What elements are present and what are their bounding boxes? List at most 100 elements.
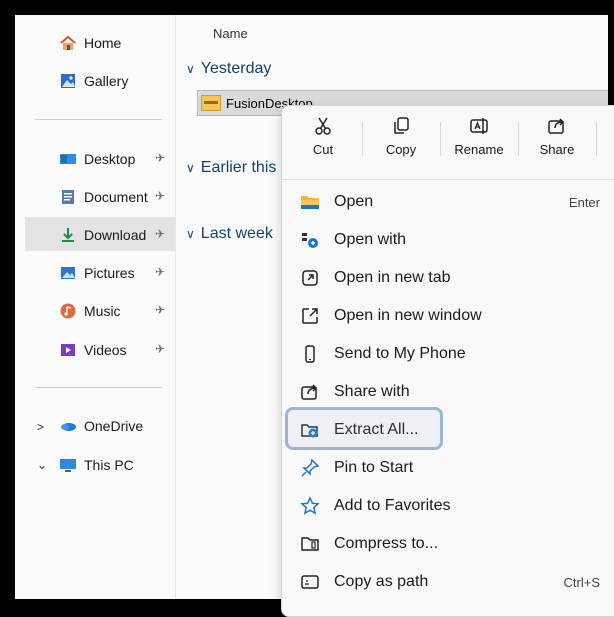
nav-item-label: Document: [84, 189, 148, 205]
copy-button[interactable]: Copy: [366, 114, 436, 166]
pin-icon[interactable]: ✈: [155, 151, 165, 165]
onedrive-icon: [59, 417, 77, 435]
menu-item-open-with[interactable]: Open with: [288, 223, 614, 257]
group-header-yesterday[interactable]: ∨ Yesterday: [186, 60, 271, 78]
nav-item-label: Music: [84, 303, 121, 319]
nav-item-label: Home: [84, 35, 122, 51]
music-icon: [59, 302, 77, 320]
download-icon: [59, 226, 77, 244]
chevron-down-icon[interactable]: ⌄: [37, 458, 47, 472]
chevron-down-icon: ∨: [186, 161, 195, 175]
menu-item-compress-to[interactable]: Compress to...: [288, 527, 614, 561]
pin-icon[interactable]: ✈: [155, 342, 165, 356]
menu-item-label: Add to Favorites: [334, 497, 451, 514]
nav-item-music[interactable]: Music: [59, 300, 121, 322]
menu-item-add-to-favorites[interactable]: Add to Favorites: [288, 489, 614, 523]
copy-path-icon: [300, 572, 320, 592]
desktop-icon: [59, 150, 77, 168]
menu-item-open[interactable]: Open Enter: [288, 185, 614, 219]
nav-item-onedrive[interactable]: OneDrive: [59, 415, 143, 437]
menu-item-label: Open: [334, 193, 374, 210]
group-header-last-week[interactable]: ∨ Last week: [186, 225, 273, 243]
rename-icon: [444, 114, 514, 138]
nav-item-this-pc[interactable]: This PC: [59, 454, 134, 476]
menu-item-shortcut: Ctrl+S: [563, 574, 600, 590]
pictures-icon: [59, 264, 77, 282]
phone-icon: [300, 344, 320, 364]
nav-item-label: This PC: [84, 457, 134, 473]
nav-item-documents[interactable]: Document: [59, 186, 148, 208]
pin-icon: [300, 458, 320, 478]
chevron-down-icon: ∨: [186, 227, 195, 241]
nav-item-desktop[interactable]: Desktop: [59, 148, 135, 170]
menu-divider: [282, 179, 614, 180]
menu-item-pin-to-start[interactable]: Pin to Start: [288, 451, 614, 485]
chevron-down-icon: ∨: [186, 62, 195, 76]
menu-item-label: Share with: [334, 383, 410, 400]
chevron-right-icon[interactable]: >: [37, 420, 44, 434]
menu-item-send-to-my-phone[interactable]: Send to My Phone: [288, 337, 614, 371]
open-with-icon: [300, 230, 320, 250]
menu-item-label: Send to My Phone: [334, 345, 466, 362]
menu-item-label: Open in new window: [334, 307, 482, 324]
toolbar-label: Share: [539, 142, 575, 157]
nav-divider: [35, 119, 162, 120]
navigation-pane: Home Gallery Desktop ✈ Document ✈ Downlo…: [15, 15, 176, 599]
copy-icon: [366, 114, 436, 138]
menu-item-label: Open in new tab: [334, 269, 451, 286]
screenshot-frame: Home Gallery Desktop ✈ Document ✈ Downlo…: [0, 0, 614, 617]
cut-button[interactable]: Cut: [288, 114, 358, 166]
folder-icon: [300, 192, 320, 212]
nav-item-label: Pictures: [84, 265, 135, 281]
toolbar-divider: [596, 122, 597, 156]
documents-icon: [59, 188, 77, 206]
menu-item-open-in-new-window[interactable]: Open in new window: [288, 299, 614, 333]
group-header-earlier-this[interactable]: ∨ Earlier this: [186, 159, 276, 177]
toolbar-divider: [440, 122, 441, 156]
home-icon: [59, 34, 77, 52]
menu-item-label: Pin to Start: [334, 459, 414, 476]
nav-item-downloads[interactable]: Download: [59, 224, 146, 246]
menu-item-label: Copy as path: [334, 573, 429, 590]
gallery-icon: [59, 72, 77, 90]
star-icon: [300, 496, 320, 516]
share-icon: [300, 382, 320, 402]
pin-icon[interactable]: ✈: [155, 189, 165, 203]
context-menu-toolbar: Cut Copy Rename Share: [282, 106, 614, 170]
menu-item-label: Compress to...: [334, 535, 439, 552]
nav-item-label: OneDrive: [84, 418, 144, 434]
share-icon: [522, 114, 592, 138]
group-label: Yesterday: [200, 60, 272, 77]
menu-item-label: Open with: [334, 231, 407, 248]
menu-item-copy-as-path[interactable]: Copy as path Ctrl+S: [288, 565, 614, 599]
compress-icon: [300, 534, 320, 554]
nav-item-label: Videos: [84, 342, 127, 358]
nav-item-label: Gallery: [84, 73, 129, 89]
context-menu: Cut Copy Rename Share Open Enter Open wi…: [281, 105, 614, 617]
scissors-icon: [288, 114, 358, 138]
nav-item-home[interactable]: Home: [59, 32, 121, 54]
nav-item-label: Download: [84, 227, 147, 243]
nav-divider: [35, 387, 162, 388]
menu-item-open-in-new-tab[interactable]: Open in new tab: [288, 261, 614, 295]
pin-icon[interactable]: ✈: [155, 227, 165, 241]
zip-folder-icon: [201, 95, 221, 111]
new-window-icon: [300, 306, 320, 326]
toolbar-label: Rename: [454, 142, 504, 157]
pin-icon[interactable]: ✈: [155, 265, 165, 279]
pin-icon[interactable]: ✈: [155, 303, 165, 317]
share-button[interactable]: Share: [522, 114, 592, 166]
rename-button[interactable]: Rename: [444, 114, 514, 166]
nav-item-pictures[interactable]: Pictures: [59, 262, 135, 284]
menu-item-shortcut: Enter: [568, 194, 600, 210]
extract-all-highlight: [285, 407, 443, 450]
toolbar-label: Cut: [312, 142, 334, 157]
toolbar-label: Copy: [385, 142, 417, 157]
column-header-name[interactable]: Name: [213, 26, 248, 41]
nav-item-gallery[interactable]: Gallery: [59, 70, 128, 92]
new-tab-icon: [300, 268, 320, 288]
videos-icon: [59, 341, 77, 359]
nav-item-videos[interactable]: Videos: [59, 339, 127, 361]
menu-item-share-with[interactable]: Share with: [288, 375, 614, 409]
this-pc-icon: [59, 456, 77, 474]
